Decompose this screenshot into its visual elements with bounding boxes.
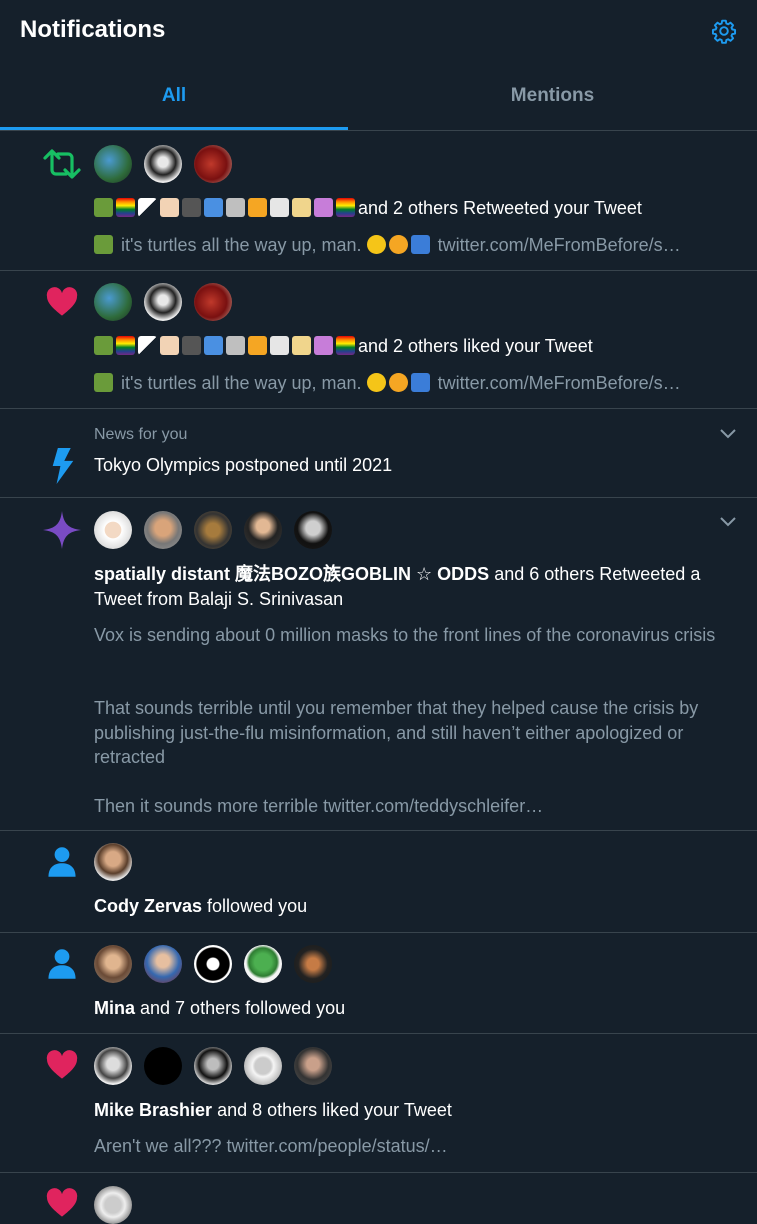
notification-action-text: and 8 others liked your Tweet xyxy=(212,1100,452,1120)
lightning-icon xyxy=(52,448,74,484)
person-icon xyxy=(48,949,76,979)
tweet-text[interactable]: Aren't we all??? twitter.com/people/stat… xyxy=(94,1136,448,1157)
actor-name[interactable]: spatially distant 魔法BOZO族GOBLIN ☆ ODDS xyxy=(94,564,489,584)
tweet-preview: it's turtles all the way up, man. twitte… xyxy=(94,235,681,256)
notification-action-text: and 7 others followed you xyxy=(135,998,346,1018)
turtle-icon xyxy=(94,373,113,392)
tab-mentions-label: Mentions xyxy=(510,85,595,106)
avatar[interactable] xyxy=(294,945,332,983)
person-icon xyxy=(48,847,76,877)
chevron-down-icon[interactable] xyxy=(718,426,738,440)
divider xyxy=(0,408,757,409)
star-icon xyxy=(366,235,386,254)
news-headline[interactable]: Tokyo Olympics postponed until 2021 xyxy=(94,455,392,476)
tweet-text: it's turtles all the way up, man. xyxy=(121,235,362,255)
heart-icon xyxy=(46,1188,78,1217)
divider xyxy=(0,497,757,498)
turtle-icon xyxy=(94,235,113,254)
star-icon xyxy=(366,373,386,392)
divider xyxy=(0,830,757,831)
tab-all-label: All xyxy=(161,85,187,106)
avatar[interactable] xyxy=(244,1047,282,1085)
avatar[interactable] xyxy=(194,283,232,321)
tab-mentions[interactable]: Mentions xyxy=(348,62,757,130)
notification-text: spatially distant 魔法BOZO族GOBLIN ☆ ODDS a… xyxy=(94,562,734,611)
news-label: News for you xyxy=(94,426,188,443)
avatar[interactable] xyxy=(244,511,282,549)
tab-bar: All Mentions xyxy=(0,62,757,130)
notification-action-text: and 2 others liked your Tweet xyxy=(358,336,593,356)
actor-name[interactable]: Mina xyxy=(94,998,135,1018)
avatar[interactable] xyxy=(144,283,182,321)
avatar[interactable] xyxy=(194,145,232,183)
header: Notifications xyxy=(0,0,757,62)
tweet-preview: it's turtles all the way up, man. twitte… xyxy=(94,373,681,394)
tweet-paragraph: Then it sounds more terrible twitter.com… xyxy=(94,796,544,816)
tweet-text: it's turtles all the way up, man. xyxy=(121,373,362,393)
avatar[interactable] xyxy=(94,843,132,881)
divider xyxy=(0,1033,757,1034)
notification-text: Mina and 7 others followed you xyxy=(94,998,345,1019)
avatar[interactable] xyxy=(194,945,232,983)
avatar[interactable] xyxy=(94,1186,132,1224)
avatar[interactable] xyxy=(294,1047,332,1085)
tweet-paragraph: Vox is sending about 0 million masks to … xyxy=(94,625,716,645)
avatar[interactable] xyxy=(194,1047,232,1085)
avatar[interactable] xyxy=(244,945,282,983)
notification-text: and 2 others Retweeted your Tweet xyxy=(94,198,642,219)
page-title: Notifications xyxy=(20,16,166,43)
emoji-name xyxy=(94,336,358,356)
retweet-icon xyxy=(43,149,81,179)
divider xyxy=(0,270,757,271)
avatar[interactable] xyxy=(144,1047,182,1085)
notification-action-text: followed you xyxy=(202,896,308,916)
shooting-star-icon xyxy=(410,373,430,392)
avatar[interactable] xyxy=(194,511,232,549)
avatar[interactable] xyxy=(94,145,132,183)
divider xyxy=(0,932,757,933)
avatar[interactable] xyxy=(294,511,332,549)
heart-icon xyxy=(46,1050,78,1079)
avatar[interactable] xyxy=(144,511,182,549)
avatar[interactable] xyxy=(94,945,132,983)
sparkle-icon xyxy=(43,511,81,549)
emoji-name xyxy=(94,198,358,218)
tab-all[interactable]: All xyxy=(0,62,348,130)
avatar[interactable] xyxy=(144,145,182,183)
actor-name[interactable]: Mike Brashier xyxy=(94,1100,212,1120)
sun-icon xyxy=(388,235,408,254)
avatar[interactable] xyxy=(144,945,182,983)
notification-text: Cody Zervas followed you xyxy=(94,896,307,917)
divider xyxy=(0,1172,757,1173)
gear-icon[interactable] xyxy=(711,18,737,44)
avatar[interactable] xyxy=(94,283,132,321)
chevron-down-icon[interactable] xyxy=(718,514,738,528)
tweet-link[interactable]: twitter.com/MeFromBefore/s… xyxy=(438,235,681,255)
actor-name[interactable]: Cody Zervas xyxy=(94,896,202,916)
divider xyxy=(0,130,757,131)
avatar[interactable] xyxy=(94,511,132,549)
tweet-link[interactable]: twitter.com/MeFromBefore/s… xyxy=(438,373,681,393)
notification-action-text: and 2 others Retweeted your Tweet xyxy=(358,198,642,218)
shooting-star-icon xyxy=(410,235,430,254)
tweet-paragraph: That sounds terrible until you remember … xyxy=(94,698,699,767)
sun-icon xyxy=(388,373,408,392)
notification-text: Mike Brashier and 8 others liked your Tw… xyxy=(94,1100,452,1121)
heart-icon xyxy=(46,287,78,316)
notification-text: and 2 others liked your Tweet xyxy=(94,336,593,357)
avatar[interactable] xyxy=(94,1047,132,1085)
